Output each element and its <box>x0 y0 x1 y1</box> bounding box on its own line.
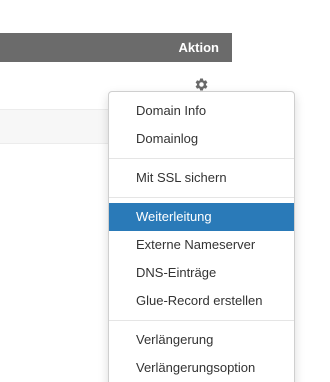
menu-item-externe-nameserver[interactable]: Externe Nameserver <box>109 231 294 259</box>
menu-item-ssl[interactable]: Mit SSL sichern <box>109 164 294 192</box>
table-row <box>0 109 110 144</box>
menu-item-domain-info[interactable]: Domain Info <box>109 97 294 125</box>
menu-item-weiterleitung[interactable]: Weiterleitung <box>109 203 294 231</box>
menu-item-glue-record[interactable]: Glue-Record erstellen <box>109 287 294 315</box>
menu-divider <box>109 197 294 198</box>
menu-divider <box>109 320 294 321</box>
action-dropdown-menu: Domain Info Domainlog Mit SSL sichern We… <box>108 91 295 382</box>
page: Aktion Domain Info Domainlog Mit SSL sic… <box>0 0 330 382</box>
menu-item-verlaengerungsoption[interactable]: Verlängerungsoption <box>109 354 294 382</box>
menu-item-dns-eintraege[interactable]: DNS-Einträge <box>109 259 294 287</box>
menu-divider <box>109 158 294 159</box>
menu-item-verlaengerung[interactable]: Verlängerung <box>109 326 294 354</box>
gear-icon[interactable] <box>194 77 209 92</box>
menu-item-domainlog[interactable]: Domainlog <box>109 125 294 153</box>
table-header: Aktion <box>0 33 232 62</box>
action-column-header: Aktion <box>178 40 219 55</box>
